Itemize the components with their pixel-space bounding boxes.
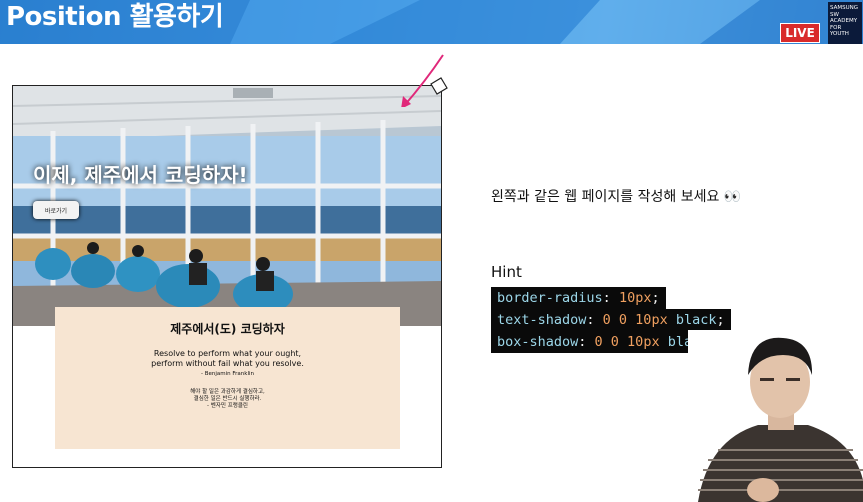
code-property: text-shadow (497, 312, 587, 328)
hero-photo: 이제, 제주에서 코딩하자! 바로가기 (13, 86, 441, 326)
code-keyword: black (675, 312, 717, 328)
academy-logo: SAMSUNG SW ACADEMY FOR YOUTH (828, 2, 862, 44)
quote-kr-line: - 벤자민 프랭클린 (207, 403, 248, 409)
code-value: 0 0 10px (594, 334, 660, 350)
presenter-webcam (688, 330, 863, 502)
header-banner: Position 활용하기 LIVE SAMSUNG SW ACADEMY FO… (0, 0, 863, 44)
code-property: border-radius (497, 290, 603, 306)
code-line: text-shadow: 0 0 10px black; (491, 309, 731, 331)
page-title: Position 활용하기 (6, 2, 224, 32)
code-line: border-radius: 10px; (491, 287, 666, 309)
quote-kr-line: 결심한 일은 반드시 실행하라. (193, 396, 262, 402)
logo-line: YOUTH (830, 31, 849, 37)
code-property: box-shadow (497, 334, 579, 350)
quote-line: Resolve to perform what your ought, (153, 349, 302, 358)
hero-title: 이제, 제주에서 코딩하자! (33, 163, 248, 187)
quote-card: 제주에서(도) 코딩하자 Resolve to perform what you… (55, 307, 400, 449)
hero-button[interactable]: 바로가기 (33, 201, 79, 219)
presenter-illustration (688, 330, 863, 502)
annotation-arrow-icon (401, 54, 448, 107)
hint-label: Hint (491, 263, 522, 281)
instruction-text: 왼쪽과 같은 웹 페이지를 작성해 보세요 👀 (491, 189, 742, 205)
quote-author: - Benjamin Franklin (200, 371, 254, 377)
logo-line: SAMSUNG (830, 5, 858, 11)
code-value: 10px (618, 290, 652, 306)
code-value: 0 0 10px (602, 312, 668, 328)
card-title: 제주에서(도) 코딩하자 (170, 322, 285, 336)
webpage-preview: 이제, 제주에서 코딩하자! 바로가기 제주에서(도) 코딩하자 Resolve… (12, 85, 442, 468)
logo-line: ACADEMY (830, 18, 858, 24)
quote-korean: 해야 할 일은 과감하게 결심하고, 결심한 일은 반드시 실행하라. - 벤자… (55, 389, 400, 410)
quote-kr-line: 해야 할 일은 과감하게 결심하고, (190, 389, 265, 395)
live-badge: LIVE (780, 23, 820, 43)
quote-text: Resolve to perform what your ought, perf… (55, 349, 400, 369)
quote-line: perform without fail what you resolve. (151, 359, 304, 368)
